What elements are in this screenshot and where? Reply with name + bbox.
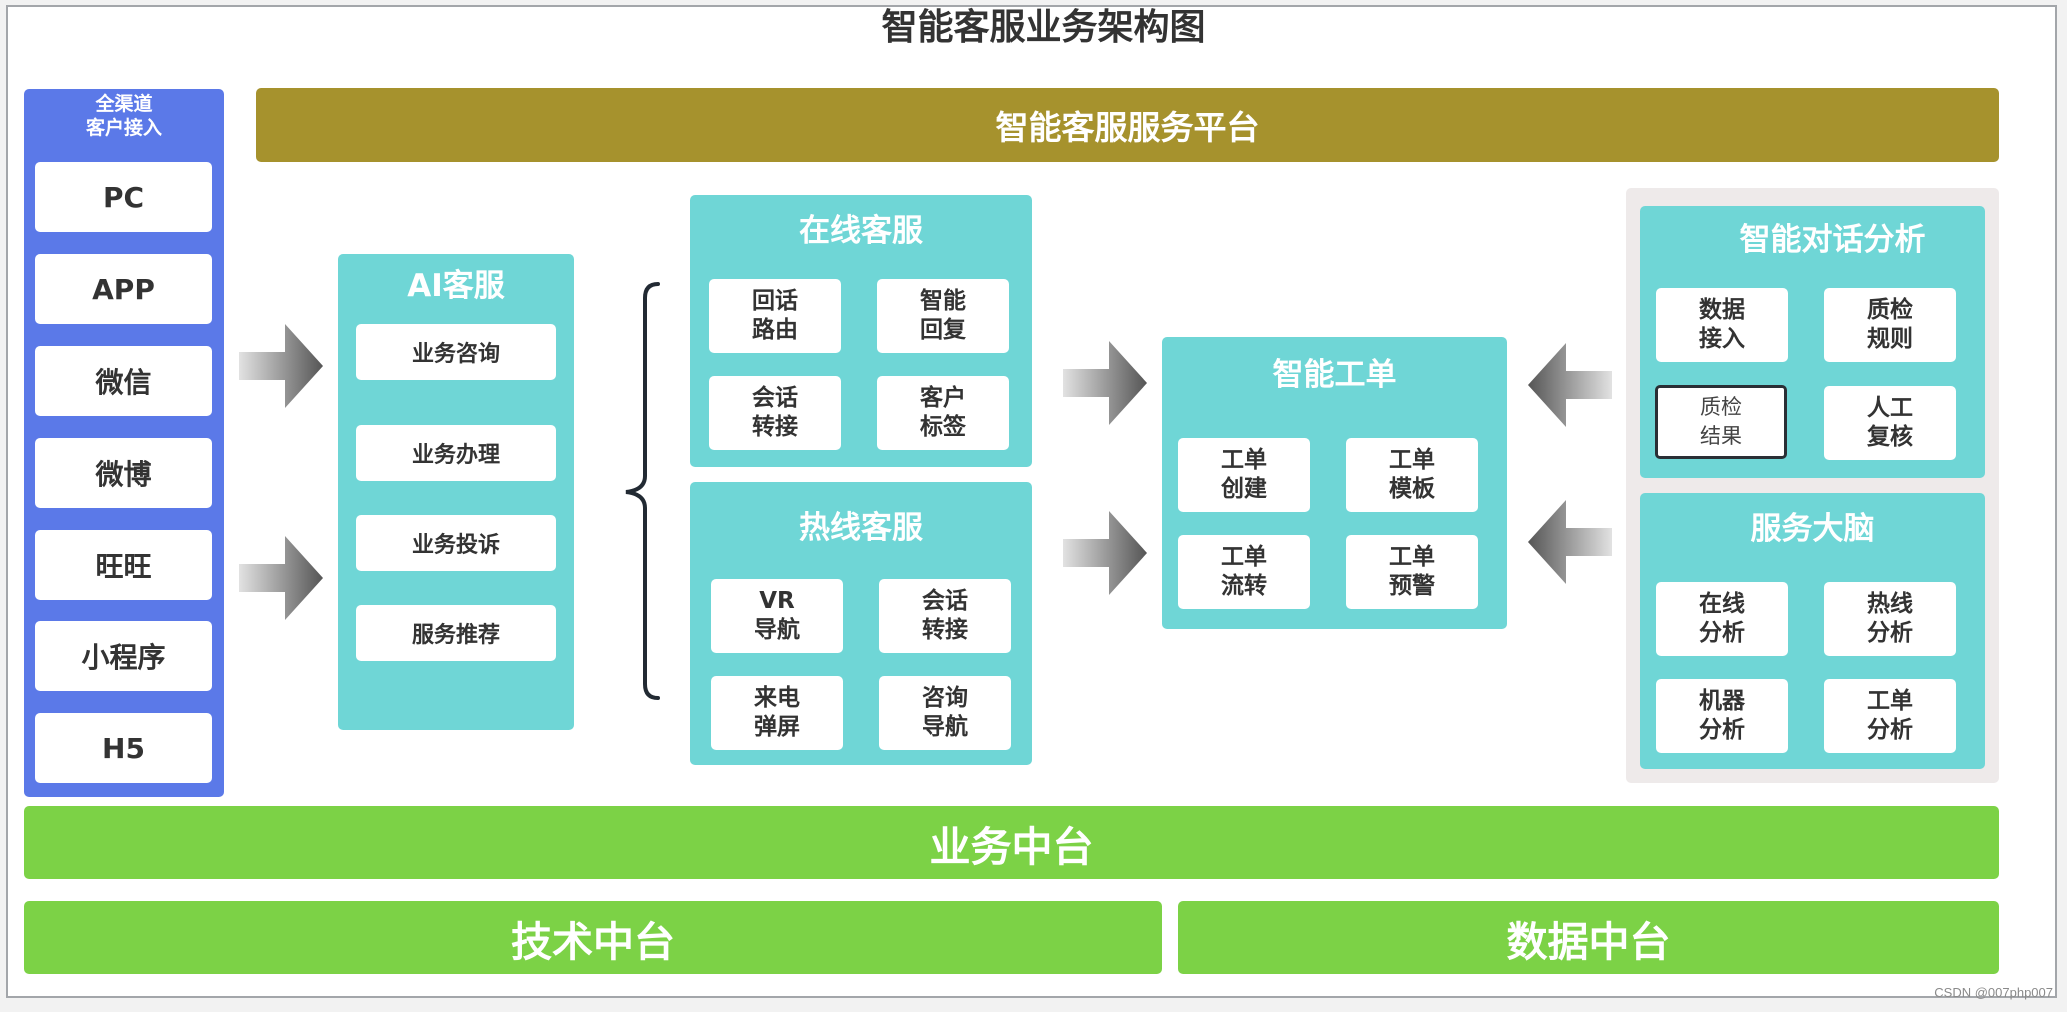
- channel-wangwang[interactable]: 旺旺: [35, 530, 212, 600]
- work-order-title: 智能工单: [1272, 357, 1397, 393]
- online-item-customer-tag[interactable]: 客户 标签: [877, 376, 1009, 450]
- online-service-panel: 在线客服 回话 路由 智能 回复 会话 转接 客户 标签: [690, 195, 1032, 467]
- channel-h5[interactable]: H5: [35, 713, 212, 783]
- brain-item-workorder-analysis[interactable]: 工单 分析: [1824, 679, 1956, 753]
- service-platform-bar: 智能客服服务平台: [256, 88, 1999, 162]
- work-order-item-flow[interactable]: 工单 流转: [1178, 535, 1310, 609]
- arrow-right-icon: [239, 536, 323, 620]
- work-order-item-alert[interactable]: 工单 预警: [1346, 535, 1478, 609]
- online-item-route[interactable]: 回话 路由: [709, 279, 841, 353]
- ai-item-consult[interactable]: 业务咨询: [356, 324, 556, 380]
- brain-item-online-analysis[interactable]: 在线 分析: [1656, 582, 1788, 656]
- arrow-right-icon: [1063, 341, 1147, 425]
- arrow-left-icon: [1528, 500, 1612, 584]
- dialog-item-manual-review[interactable]: 人工 复核: [1824, 386, 1956, 460]
- online-service-title: 在线客服: [799, 213, 923, 249]
- diagram-title: 智能客服业务架构图: [881, 7, 1206, 48]
- arrow-right-icon: [239, 324, 323, 408]
- dialog-item-qc-rules[interactable]: 质检 规则: [1824, 288, 1956, 362]
- channel-heading-line2: 客户接入: [85, 117, 162, 139]
- channel-app[interactable]: APP: [35, 254, 212, 324]
- data-middle-platform: 数据中台: [1178, 901, 1999, 974]
- hotline-service-panel: 热线客服 VR 导航 会话 转接 来电 弹屏 咨询 导航: [690, 482, 1032, 765]
- hotline-item-popup[interactable]: 来电 弹屏: [711, 676, 843, 750]
- dialog-item-data-access[interactable]: 数据 接入: [1656, 288, 1788, 362]
- hotline-item-consult-nav[interactable]: 咨询 导航: [879, 676, 1011, 750]
- hotline-item-transfer[interactable]: 会话 转接: [879, 579, 1011, 653]
- dialog-item-qc-results[interactable]: 质检 结果: [1655, 385, 1787, 459]
- online-item-smart-reply[interactable]: 智能 回复: [877, 279, 1009, 353]
- hotline-service-title: 热线客服: [799, 510, 923, 546]
- channel-access-heading: 全渠道 客户接入: [24, 92, 224, 140]
- technology-middle-platform: 技术中台: [24, 901, 1162, 974]
- hotline-item-vr-nav[interactable]: VR 导航: [711, 579, 843, 653]
- ai-item-handle[interactable]: 业务办理: [356, 425, 556, 481]
- service-brain-title: 服务大脑: [1750, 511, 1875, 547]
- channel-mini-program[interactable]: 小程序: [35, 621, 212, 691]
- channel-pc[interactable]: PC: [35, 162, 212, 232]
- arrow-left-icon: [1528, 343, 1612, 427]
- work-order-item-template[interactable]: 工单 模板: [1346, 438, 1478, 512]
- dialog-analysis-panel: 智能对话分析 数据 接入 质检 规则 质检 结果 人工 复核: [1640, 206, 1985, 478]
- online-item-transfer[interactable]: 会话 转接: [709, 376, 841, 450]
- dialog-analysis-title: 智能对话分析: [1739, 222, 1926, 258]
- work-order-panel: 智能工单 工单 创建 工单 模板 工单 流转 工单 预警: [1162, 337, 1507, 629]
- arrow-right-icon: [1063, 511, 1147, 595]
- ai-item-recommend[interactable]: 服务推荐: [356, 605, 556, 661]
- watermark: CSDN @007php007: [1934, 985, 2053, 1000]
- ai-service-panel: AI客服 业务咨询 业务办理 业务投诉 服务推荐: [338, 254, 574, 730]
- channel-heading-line1: 全渠道: [95, 93, 153, 115]
- ai-item-complaint[interactable]: 业务投诉: [356, 515, 556, 571]
- brain-item-robot-analysis[interactable]: 机器 分析: [1656, 679, 1788, 753]
- work-order-item-create[interactable]: 工单 创建: [1178, 438, 1310, 512]
- business-middle-platform: 业务中台: [24, 806, 1999, 879]
- channel-weibo[interactable]: 微博: [35, 438, 212, 508]
- channel-wechat[interactable]: 微信: [35, 346, 212, 416]
- service-brain-panel: 服务大脑 在线 分析 热线 分析 机器 分析 工单 分析: [1640, 493, 1985, 769]
- curly-brace-icon: [625, 282, 660, 700]
- brain-item-hotline-analysis[interactable]: 热线 分析: [1824, 582, 1956, 656]
- ai-service-title: AI客服: [407, 268, 505, 304]
